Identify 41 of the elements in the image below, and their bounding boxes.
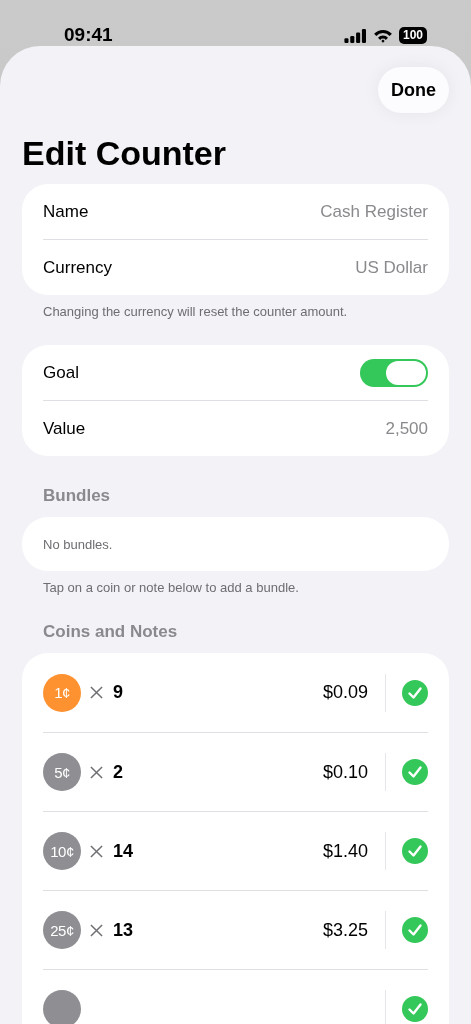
done-button[interactable]: Done xyxy=(378,67,449,113)
coin-badge[interactable] xyxy=(43,990,81,1024)
field-label: Name xyxy=(43,201,89,222)
coin-count: 14 xyxy=(113,840,134,862)
coin-badge[interactable]: 25¢ xyxy=(43,911,81,949)
field-label: Goal xyxy=(43,362,79,383)
multiply-icon xyxy=(90,686,103,699)
status-time: 09:41 xyxy=(64,24,113,46)
checkmark-icon[interactable] xyxy=(402,917,428,943)
signal-icon xyxy=(343,28,367,43)
battery-indicator: 100 xyxy=(398,27,427,44)
field-value[interactable]: US Dollar xyxy=(355,257,428,278)
coin-count: 13 xyxy=(113,919,134,941)
coin-amount: $3.25 xyxy=(322,919,368,941)
coin-count: 2 xyxy=(113,761,123,783)
multiply-icon xyxy=(90,844,103,858)
multiply-icon xyxy=(90,765,103,779)
empty-message: No bundles. xyxy=(43,536,113,552)
coin-count: 9 xyxy=(113,682,123,703)
section-header: Coins and Notes xyxy=(43,621,179,643)
section-footer: Tap on a coin or note below to add a bundle. xyxy=(43,580,428,596)
page-title: Edit Counter xyxy=(22,133,227,173)
coin-badge[interactable]: 5¢ xyxy=(43,753,81,791)
field-label: Currency xyxy=(43,257,112,278)
goal-toggle[interactable] xyxy=(360,358,428,387)
coin-amount: $0.10 xyxy=(322,761,368,783)
multiply-icon xyxy=(90,923,103,937)
field-label: Value xyxy=(43,418,86,439)
checkmark-icon[interactable] xyxy=(402,996,428,1022)
coin-badge[interactable]: 10¢ xyxy=(43,832,81,870)
field-value[interactable]: Cash Register xyxy=(320,201,428,222)
wifi-icon xyxy=(372,28,393,43)
checkmark-icon[interactable] xyxy=(402,679,428,706)
field-value[interactable]: 2,500 xyxy=(385,418,428,439)
section-header: Bundles xyxy=(43,485,112,507)
checkmark-icon[interactable] xyxy=(402,838,428,864)
checkmark-icon[interactable] xyxy=(402,759,428,785)
coin-amount: $1.40 xyxy=(322,840,368,862)
coin-amount: $0.09 xyxy=(322,682,368,703)
section-footer: Changing the currency will reset the counter amount. xyxy=(43,304,428,320)
coin-badge[interactable]: 1¢ xyxy=(43,673,81,712)
